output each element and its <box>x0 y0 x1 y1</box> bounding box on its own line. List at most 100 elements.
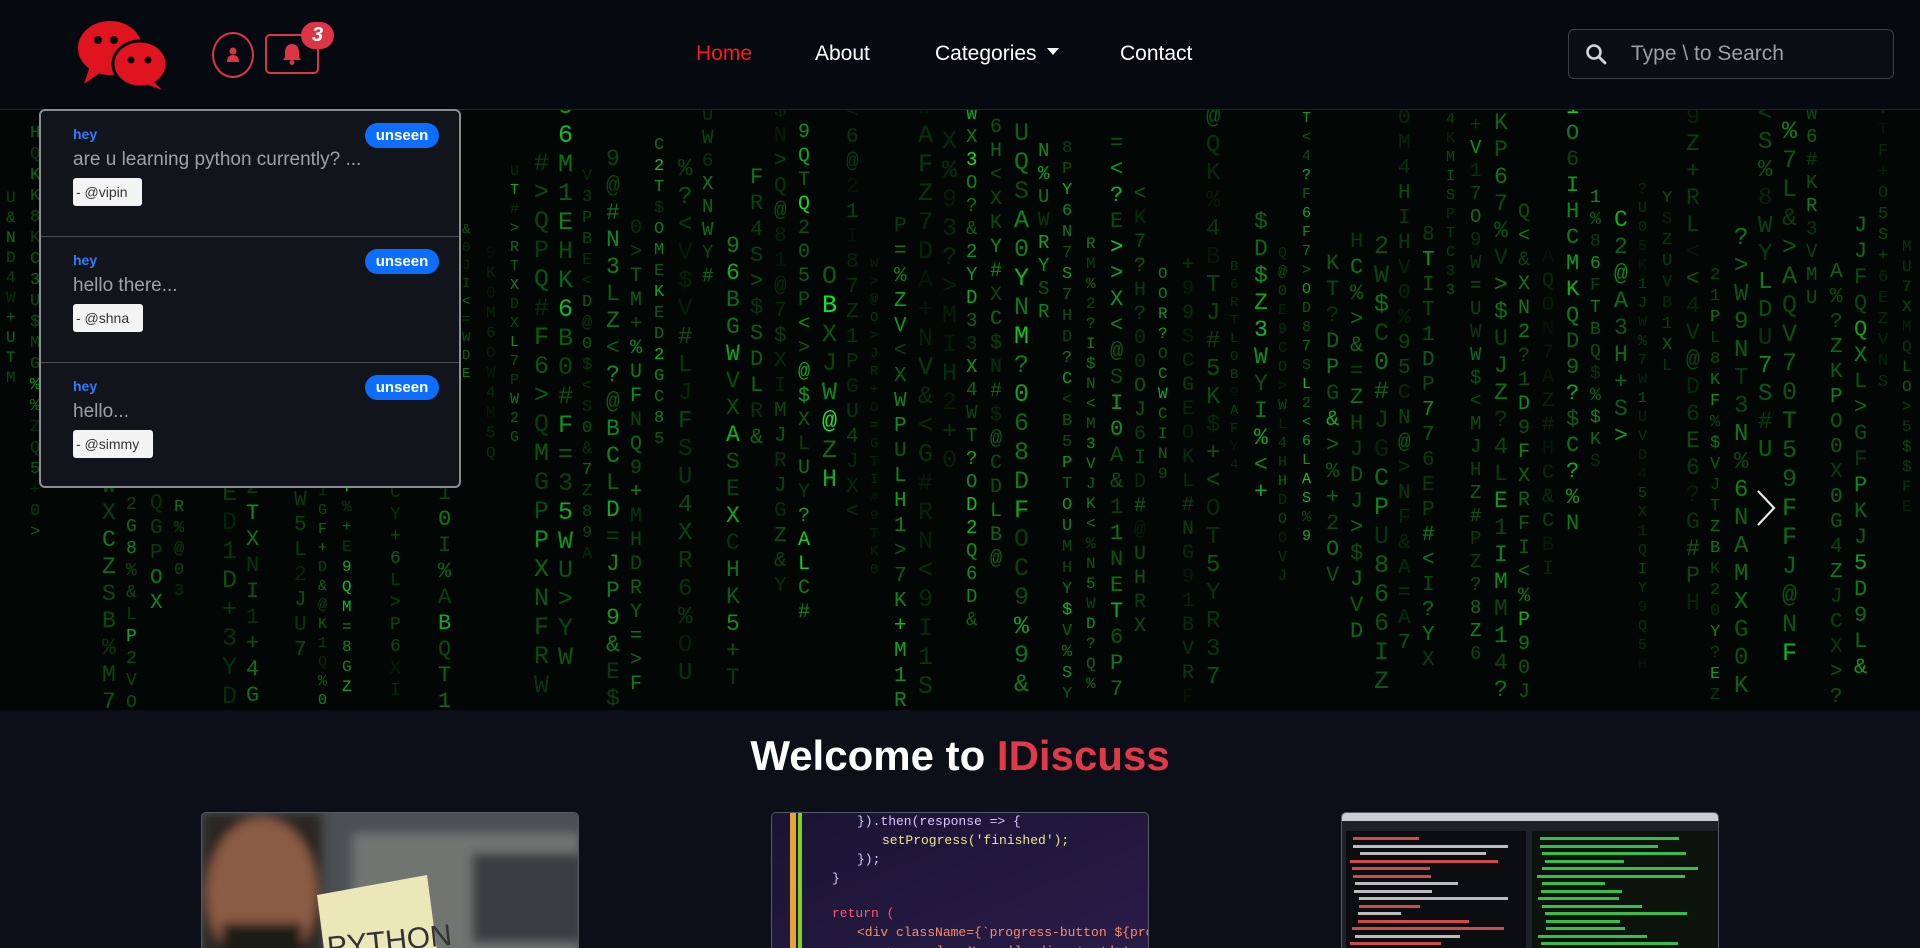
svg-text:8: 8 <box>846 251 859 274</box>
svg-text:N: N <box>1038 140 1049 162</box>
svg-text:J: J <box>1374 406 1389 435</box>
svg-text:N: N <box>1398 407 1411 430</box>
svg-text:L: L <box>1278 416 1287 433</box>
svg-text:L: L <box>1494 461 1508 487</box>
svg-text:F: F <box>1302 186 1311 203</box>
svg-text:Y: Y <box>390 505 401 525</box>
svg-text:+: + <box>726 638 740 664</box>
svg-text:>: > <box>1782 233 1797 262</box>
svg-text:6: 6 <box>1374 609 1389 638</box>
svg-text:0: 0 <box>1134 327 1146 350</box>
svg-text:+: + <box>870 382 878 398</box>
svg-text:%: % <box>630 337 643 360</box>
svg-text:A: A <box>1230 403 1239 419</box>
svg-text:K: K <box>1446 130 1455 147</box>
svg-text:L: L <box>1782 175 1797 204</box>
svg-text:B: B <box>1230 367 1238 383</box>
svg-text:+: + <box>630 313 642 336</box>
notification-sender: - @vipin <box>73 178 142 206</box>
svg-text:V: V <box>1326 563 1340 588</box>
svg-text:8: 8 <box>582 503 592 522</box>
nav-categories-dropdown[interactable]: Categories <box>935 42 1059 66</box>
svg-text:O: O <box>870 400 878 416</box>
svg-text:F: F <box>1182 686 1194 709</box>
notification-item[interactable]: hey unseen hello there... - @shna <box>41 237 459 363</box>
svg-text:O: O <box>1302 281 1311 298</box>
svg-text:W: W <box>1278 397 1287 414</box>
svg-text:X: X <box>726 395 740 421</box>
svg-text:N: N <box>1878 352 1888 371</box>
svg-text:%: % <box>1302 509 1312 526</box>
svg-text:2: 2 <box>1518 321 1530 344</box>
svg-text:6: 6 <box>390 549 401 569</box>
svg-text:>: > <box>870 274 878 290</box>
svg-text:Y: Y <box>966 264 978 286</box>
svg-text:T: T <box>630 265 642 288</box>
svg-text:D: D <box>1350 463 1363 488</box>
svg-text:X: X <box>990 284 1002 307</box>
svg-text:L: L <box>1854 369 1867 394</box>
svg-text:$: $ <box>774 110 787 123</box>
svg-text:D: D <box>1014 467 1029 496</box>
category-card-image[interactable]: }).then(response => { setProgress('finis… <box>771 812 1149 948</box>
svg-text:H: H <box>558 237 573 266</box>
javascript-code-photo: }).then(response => { setProgress('finis… <box>772 813 1148 948</box>
nav-about-link[interactable]: About <box>815 42 870 66</box>
svg-text:V: V <box>1782 320 1797 349</box>
svg-text:%: % <box>174 519 185 538</box>
svg-text:R: R <box>1206 608 1220 635</box>
svg-text:>: > <box>534 178 549 207</box>
svg-text:Z: Z <box>606 308 620 334</box>
svg-text:2: 2 <box>654 157 664 176</box>
svg-text:L: L <box>678 352 692 379</box>
svg-text:V: V <box>1398 257 1411 280</box>
svg-text:%: % <box>126 561 137 581</box>
svg-text:0: 0 <box>1014 380 1029 409</box>
svg-text:=: = <box>606 524 620 550</box>
svg-text:>: > <box>1902 398 1912 416</box>
svg-text:X: X <box>1662 336 1672 355</box>
svg-text:5: 5 <box>1854 551 1867 576</box>
notifications-dropdown: hey unseen are u learning python current… <box>39 109 461 488</box>
category-card-image[interactable]: PYTHON <box>201 812 579 948</box>
svg-text:&: & <box>918 382 933 411</box>
svg-text:V: V <box>1878 110 1889 119</box>
svg-text:+: + <box>1182 254 1194 277</box>
nav-contact-link[interactable]: Contact <box>1120 42 1192 66</box>
search-input[interactable] <box>1631 42 1881 66</box>
svg-text:B: B <box>1230 259 1238 275</box>
svg-text:2: 2 <box>126 649 137 669</box>
svg-text:Z: Z <box>1374 667 1389 696</box>
svg-text:>: > <box>558 585 573 614</box>
svg-text:?: ? <box>1518 345 1530 368</box>
svg-text:X: X <box>390 659 401 679</box>
svg-text:L: L <box>1230 331 1238 347</box>
svg-text:K: K <box>1326 251 1340 276</box>
svg-text:G: G <box>1182 374 1194 397</box>
svg-text:J: J <box>1782 552 1797 581</box>
svg-text:#: # <box>990 380 1002 403</box>
svg-text:7: 7 <box>582 461 592 480</box>
svg-text:I: I <box>1446 168 1455 185</box>
svg-text:=: = <box>1350 359 1363 384</box>
category-card-image[interactable] <box>1341 812 1719 948</box>
svg-text:Q: Q <box>1902 338 1912 356</box>
notification-item[interactable]: hey unseen are u learning python current… <box>41 111 459 237</box>
svg-text:C: C <box>1446 244 1455 261</box>
svg-text:J: J <box>1854 239 1867 264</box>
svg-text:8: 8 <box>1422 224 1435 247</box>
svg-text:D: D <box>1062 328 1072 347</box>
svg-text:&: & <box>750 425 763 450</box>
svg-text:0: 0 <box>1830 436 1843 459</box>
svg-text:6: 6 <box>1686 455 1700 481</box>
notification-item[interactable]: hey unseen hello... - @simmy <box>41 363 459 489</box>
svg-text:S: S <box>1062 664 1072 683</box>
chevron-right-icon <box>1757 490 1776 526</box>
carousel-next-button[interactable] <box>1755 488 1795 552</box>
nav-home-link[interactable]: Home <box>696 42 752 66</box>
svg-text:4: 4 <box>6 269 16 287</box>
svg-text:?: ? <box>1134 303 1146 326</box>
svg-text:C: C <box>1014 554 1029 583</box>
svg-text:>: > <box>630 241 642 264</box>
notification-message: hello... <box>73 401 129 422</box>
